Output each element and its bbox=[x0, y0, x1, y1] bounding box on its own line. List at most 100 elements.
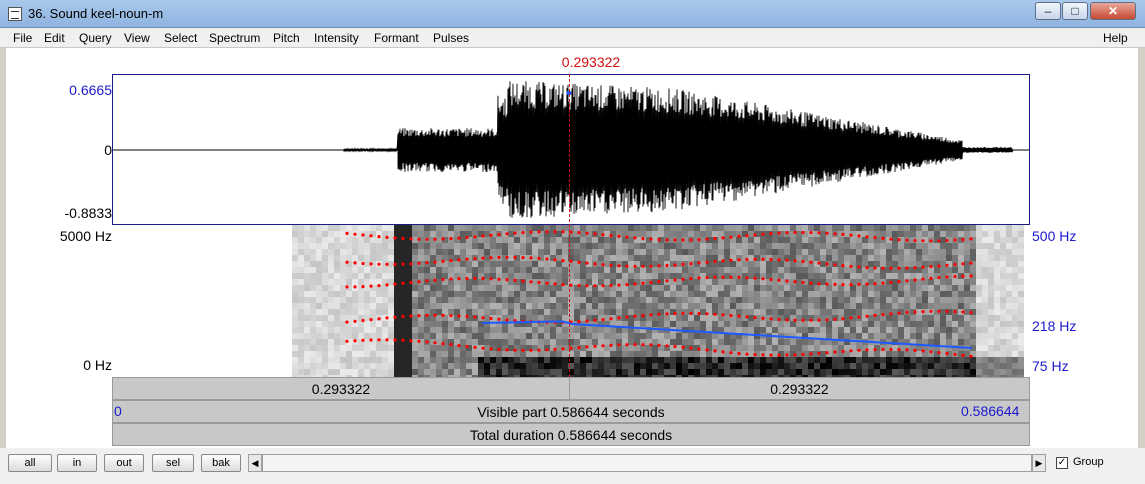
zoom-sel-button[interactable]: sel bbox=[152, 454, 194, 472]
spectrogram-cell bbox=[394, 297, 400, 303]
total-duration-bar[interactable]: Total duration 0.586644 seconds bbox=[112, 423, 1030, 446]
spectrogram-cell bbox=[718, 249, 724, 255]
spectrogram-cell bbox=[334, 267, 340, 273]
spectrogram-cell bbox=[658, 303, 664, 309]
formant-point bbox=[897, 348, 901, 352]
spectrogram-cell bbox=[790, 345, 796, 351]
spectrogram-cell bbox=[382, 249, 388, 255]
spectrogram-cell bbox=[784, 369, 790, 375]
spectrogram-cell bbox=[760, 249, 766, 255]
menu-file[interactable]: File bbox=[13, 31, 32, 45]
spectrogram-cell bbox=[694, 363, 700, 369]
spectrogram-cell bbox=[796, 351, 802, 357]
spectrogram-cell bbox=[646, 285, 652, 291]
visible-part-bar[interactable]: Visible part 0.586644 seconds bbox=[112, 400, 1030, 423]
spectrogram-cell bbox=[292, 357, 298, 363]
spectrogram-cell bbox=[676, 225, 682, 231]
formant-point bbox=[801, 280, 805, 285]
formant-point bbox=[553, 347, 557, 351]
menu-select[interactable]: Select bbox=[164, 31, 197, 45]
spectrogram-cell bbox=[610, 297, 616, 303]
spectrogram-cell bbox=[298, 303, 304, 309]
formant-point bbox=[425, 261, 429, 265]
spectrogram-cell bbox=[1000, 339, 1006, 345]
spectrogram-cell bbox=[676, 255, 682, 261]
spectrogram-cell bbox=[970, 243, 976, 249]
spectrogram-cell bbox=[742, 225, 748, 231]
zoom-back-button[interactable]: bak bbox=[201, 454, 241, 472]
time-scrollbar[interactable] bbox=[262, 454, 1032, 472]
menu-edit[interactable]: Edit bbox=[44, 31, 65, 45]
minimize-button[interactable]: – bbox=[1035, 2, 1061, 20]
spectrogram-cell bbox=[802, 303, 808, 309]
group-checkbox[interactable]: ✓ bbox=[1056, 457, 1068, 469]
spectrogram-cell bbox=[826, 345, 832, 351]
spectrogram-cell bbox=[880, 249, 886, 255]
spectrogram-cell bbox=[664, 273, 670, 279]
formant-point bbox=[953, 310, 957, 314]
spectrogram-cell bbox=[304, 363, 310, 369]
zoom-out-button[interactable]: out bbox=[104, 454, 144, 472]
formant-point bbox=[833, 263, 837, 267]
spectrogram-cell bbox=[322, 279, 328, 285]
spectrogram-cell bbox=[718, 243, 724, 249]
formant-point bbox=[529, 256, 533, 260]
menu-pulses[interactable]: Pulses bbox=[433, 31, 469, 45]
spectrogram-cell bbox=[676, 339, 682, 345]
formant-point bbox=[969, 354, 973, 358]
spectrogram-cell bbox=[802, 357, 808, 363]
menu-help[interactable]: Help bbox=[1103, 31, 1128, 45]
spectrogram-cell bbox=[982, 255, 988, 261]
waveform-pane[interactable] bbox=[112, 74, 1030, 225]
spectrogram-cell bbox=[892, 267, 898, 273]
spectrogram-cell bbox=[382, 297, 388, 303]
maximize-button[interactable]: □ bbox=[1062, 2, 1088, 20]
spectrogram-cell bbox=[1012, 303, 1018, 309]
spectrogram-cell bbox=[796, 231, 802, 237]
spectrogram-cell bbox=[598, 309, 604, 315]
zoom-in-button[interactable]: in bbox=[57, 454, 97, 472]
spectrogram-cell bbox=[430, 363, 436, 369]
formant-point bbox=[521, 348, 525, 352]
menu-view[interactable]: View bbox=[124, 31, 150, 45]
menu-intensity[interactable]: Intensity bbox=[314, 31, 359, 45]
close-button[interactable]: ✕ bbox=[1090, 2, 1136, 20]
formant-point bbox=[769, 317, 773, 321]
scroll-right-icon[interactable]: ▶ bbox=[1032, 454, 1046, 472]
spectrogram-cell bbox=[598, 273, 604, 279]
spectrogram-cell bbox=[634, 351, 640, 357]
scroll-left-icon[interactable]: ◀ bbox=[248, 454, 262, 472]
spectrogram-cell bbox=[448, 267, 454, 273]
formant-point bbox=[809, 352, 813, 356]
menu-formant[interactable]: Formant bbox=[374, 31, 419, 45]
spectrogram-cell bbox=[916, 363, 922, 369]
spectrogram-cell bbox=[418, 351, 424, 357]
spectrogram-cell bbox=[958, 255, 964, 261]
spectrogram-cell bbox=[916, 267, 922, 273]
pitch-bottom-label: 75 Hz bbox=[1032, 358, 1069, 374]
spectrogram-cell bbox=[586, 303, 592, 309]
spectrogram-cell bbox=[640, 321, 646, 327]
spectrogram-cell bbox=[466, 249, 472, 255]
sound-editor-canvas[interactable]: 0.293322 0.6665 0 -0.8833 5000 Hz 0 Hz 5… bbox=[6, 48, 1138, 448]
spectrogram-cell bbox=[892, 255, 898, 261]
segment-left[interactable]: 0.293322 bbox=[112, 377, 570, 400]
zoom-all-button[interactable]: all bbox=[8, 454, 52, 472]
spectrogram-cell bbox=[658, 363, 664, 369]
spectrogram-cell bbox=[1018, 351, 1024, 357]
spectrogram-cell bbox=[766, 357, 772, 363]
spectrogram-cell bbox=[406, 345, 412, 351]
spectrogram-cell bbox=[424, 255, 430, 261]
menu-spectrum[interactable]: Spectrum bbox=[209, 31, 260, 45]
spectrogram-cell bbox=[604, 225, 610, 231]
spectrogram-cell bbox=[310, 267, 316, 273]
spectrogram-cell bbox=[556, 231, 562, 237]
spectrogram-cell bbox=[946, 327, 952, 333]
menu-pitch[interactable]: Pitch bbox=[273, 31, 300, 45]
menu-query[interactable]: Query bbox=[79, 31, 112, 45]
spectrogram-cell bbox=[1006, 243, 1012, 249]
spectrogram-cell bbox=[478, 243, 484, 249]
spectrogram-cell bbox=[724, 273, 730, 279]
segment-right[interactable]: 0.293322 bbox=[569, 377, 1030, 400]
spectrogram-pane[interactable] bbox=[112, 225, 1030, 377]
